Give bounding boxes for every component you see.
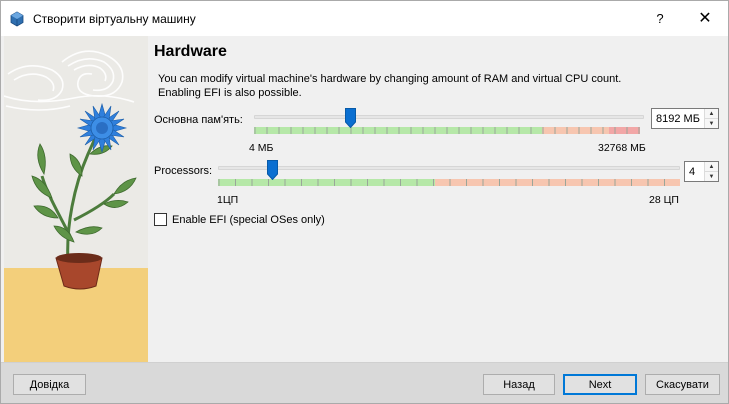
processors-min-label: 1ЦП [217,194,239,206]
memory-increment-icon[interactable]: ▲ [705,109,718,119]
processors-label: Processors: [154,165,213,177]
virtualbox-icon [10,11,24,27]
processors-decrement-icon[interactable]: ▼ [705,172,718,181]
page-description: You can modify virtual machine's hardwar… [158,73,622,99]
efi-label: Enable EFI (special OSes only) [172,213,325,226]
processors-spin-arrows[interactable]: ▲ ▼ [704,162,718,181]
memory-spin-arrows[interactable]: ▲ ▼ [704,109,718,128]
memory-min-label: 4 МБ [249,142,274,154]
memory-zone-bar [254,127,640,134]
next-button[interactable]: Next [563,374,637,395]
page-title: Hardware [154,43,227,60]
efi-checkbox-row[interactable]: Enable EFI (special OSes only) [154,213,325,226]
processors-increment-icon[interactable]: ▲ [705,162,718,172]
memory-ticks [254,127,640,134]
memory-slider-thumb[interactable] [345,108,356,128]
flower-illustration [4,36,148,362]
processors-zone-bar [218,179,680,186]
title-bar: Створити віртуальну машину ? ✕ [1,1,728,36]
help-icon[interactable]: ? [637,3,683,33]
close-icon[interactable]: ✕ [683,3,727,33]
memory-decrement-icon[interactable]: ▼ [705,119,718,128]
processors-ticks [218,179,665,186]
memory-label: Основна пам'ять: [154,114,243,126]
cancel-button[interactable]: Скасувати [645,374,720,395]
back-button[interactable]: Назад [483,374,555,395]
processors-value[interactable]: 4 [685,166,704,178]
button-bar: Довідка Назад Next Скасувати [1,362,728,403]
content-area: Hardware You can modify virtual machine'… [148,36,728,362]
efi-checkbox[interactable] [154,213,167,226]
window-title: Створити віртуальну машину [33,12,196,26]
memory-spinbox[interactable]: 8192 МБ ▲ ▼ [651,108,719,129]
processors-spinbox[interactable]: 4 ▲ ▼ [684,161,719,182]
create-vm-dialog: Створити віртуальну машину ? ✕ Hardware … [0,0,729,404]
processors-slider-track[interactable] [218,166,680,170]
processors-max-label: 28 ЦП [649,194,679,206]
help-button[interactable]: Довідка [13,374,86,395]
memory-slider-track[interactable] [254,115,644,119]
processors-slider-thumb[interactable] [267,160,278,180]
memory-max-label: 32768 МБ [598,142,646,154]
memory-value[interactable]: 8192 МБ [652,113,704,125]
